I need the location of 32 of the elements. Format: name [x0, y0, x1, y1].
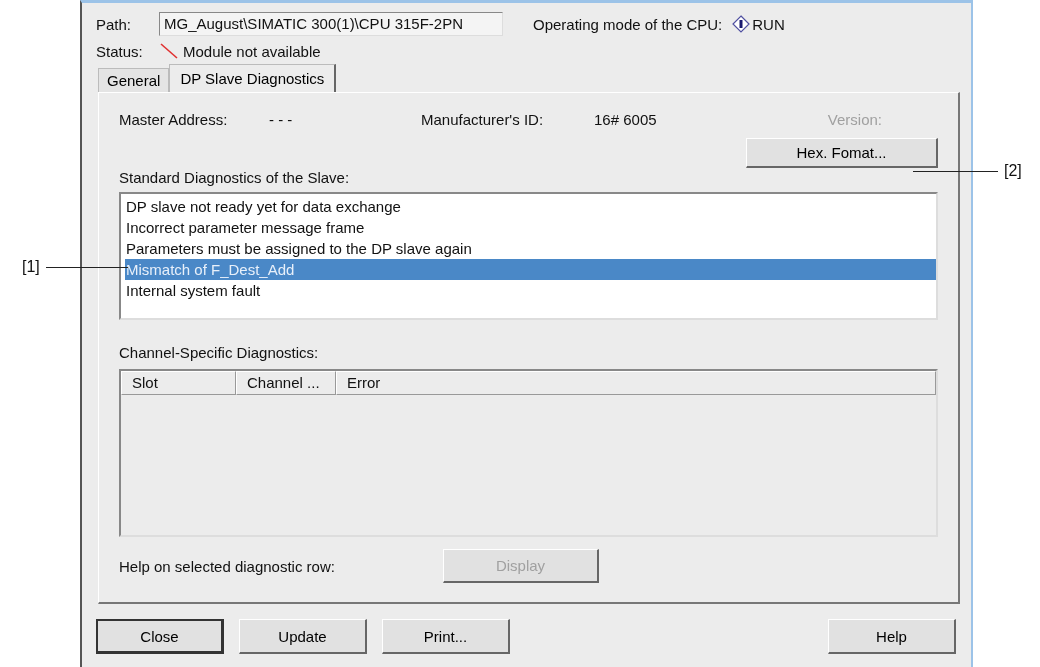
list-item[interactable]: Internal system fault	[125, 280, 936, 301]
help-row-label: Help on selected diagnostic row:	[119, 557, 336, 575]
column-header[interactable]: Error	[336, 371, 936, 395]
status-value: Module not available	[183, 42, 321, 60]
column-header[interactable]: Channel ...	[236, 371, 336, 395]
run-mode-icon	[732, 15, 751, 33]
operating-mode-label: Operating mode of the CPU:	[533, 15, 723, 33]
path-label: Path:	[96, 15, 133, 33]
callout-label: [2]	[1004, 162, 1022, 180]
operating-mode-value: RUN	[752, 15, 785, 33]
channel-diagnostics-label: Channel-Specific Diagnostics:	[119, 344, 320, 361]
path-field[interactable]: MG_August\SIMATIC 300(1)\CPU 315F-2PN	[159, 12, 503, 36]
list-item[interactable]: Incorrect parameter message frame	[125, 217, 936, 238]
column-header[interactable]: Slot	[121, 371, 236, 395]
standard-diagnostics-label: Standard Diagnostics of the Slave:	[119, 169, 351, 186]
callout-label: [1]	[22, 258, 40, 276]
version-label: Version:	[827, 111, 882, 128]
manufacturer-id-value: 16# 6005	[594, 111, 657, 128]
status-label: Status:	[96, 42, 144, 60]
tab[interactable]: General	[98, 68, 170, 92]
tab[interactable]: DP Slave Diagnostics	[169, 64, 337, 92]
master-address-label: Master Address:	[119, 111, 229, 128]
list-item[interactable]: Parameters must be assigned to the DP slave again	[125, 238, 936, 259]
dialog-button[interactable]: Help	[828, 619, 956, 654]
manufacturer-id-label: Manufacturer's ID:	[421, 111, 545, 128]
dialog-button[interactable]: Print...	[382, 619, 510, 654]
slash-icon	[159, 42, 179, 60]
hex-format-button[interactable]: Hex. Fomat...	[746, 138, 938, 168]
master-address-value: - - -	[269, 111, 294, 128]
dialog-button[interactable]: Close	[96, 619, 224, 654]
dialog-button[interactable]: Update	[239, 619, 367, 654]
list-item[interactable]: DP slave not ready yet for data exchange	[125, 196, 936, 217]
